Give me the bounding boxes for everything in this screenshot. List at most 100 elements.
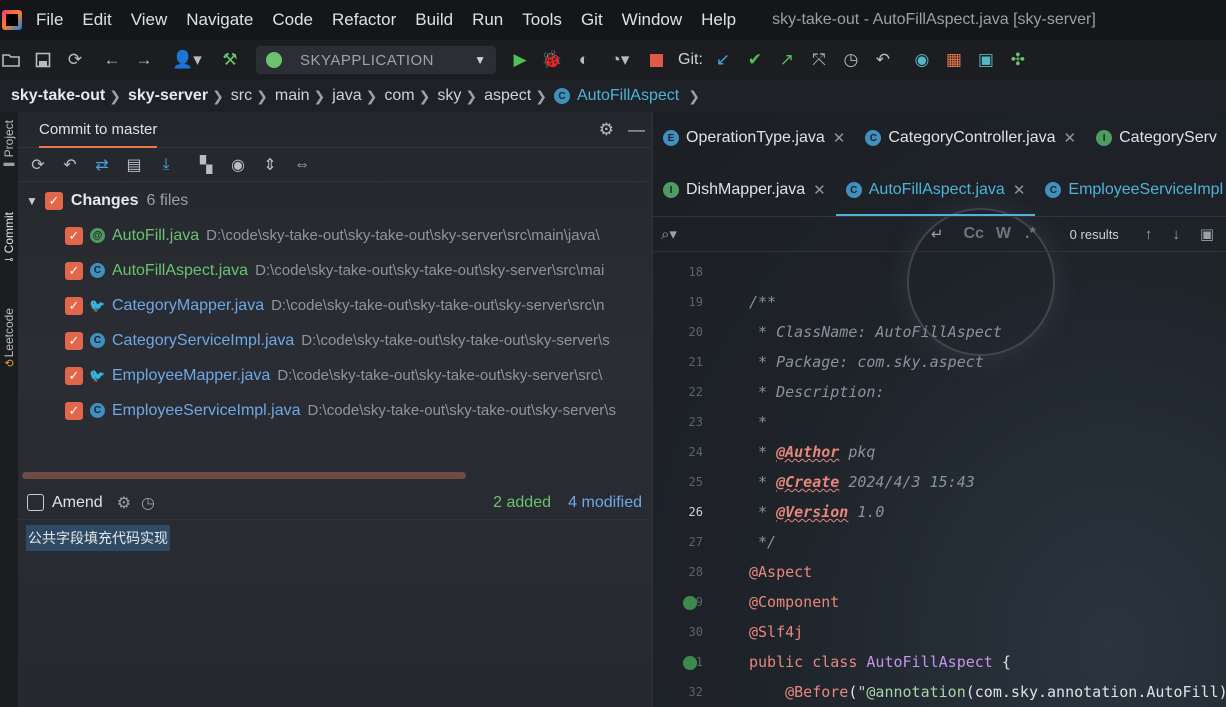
list-item[interactable]: ✓ C AutoFillAspect.java D:\code\sky-take…: [18, 253, 651, 288]
commit-message-input[interactable]: 公共字段填充代码实现: [26, 525, 170, 551]
regex-toggle[interactable]: .*: [1025, 225, 1036, 243]
editor-tab[interactable]: C CategoryController.java ✕: [855, 112, 1086, 164]
group-by-icon[interactable]: ▚: [195, 154, 217, 176]
menu-refactor[interactable]: Refactor: [332, 10, 396, 30]
coverage-icon[interactable]: ◐: [573, 49, 595, 71]
file-checkbox[interactable]: ✓: [65, 331, 83, 350]
expand-all-icon[interactable]: ⇕: [259, 154, 281, 176]
run-config-dropdown[interactable]: SKYAPPLICATION ▼: [256, 46, 496, 74]
breadcrumb-item[interactable]: java: [332, 87, 361, 105]
rollback-icon[interactable]: ↶: [59, 154, 81, 176]
git-update-icon[interactable]: ↙: [712, 49, 734, 71]
rollback-icon[interactable]: ↶: [872, 49, 894, 71]
git-merge-icon[interactable]: ⤧: [808, 49, 830, 71]
history-clock-icon[interactable]: ◷: [840, 49, 862, 71]
breadcrumb-item[interactable]: aspect: [484, 87, 531, 105]
list-item[interactable]: ✓ 🐦 EmployeeMapper.java D:\code\sky-take…: [18, 358, 651, 393]
menu-tools[interactable]: Tools: [522, 10, 562, 30]
tab-commit-to-master[interactable]: Commit to master: [39, 112, 158, 148]
gear-icon[interactable]: ⚙: [117, 493, 131, 513]
editor-tab[interactable]: C EmployeeServiceImpl: [1035, 164, 1226, 216]
editor-tab-active[interactable]: C AutoFillAspect.java ✕: [835, 164, 1036, 216]
list-item[interactable]: ✓ C CategoryServiceImpl.java D:\code\sky…: [18, 323, 651, 358]
changelist-icon[interactable]: ▤: [123, 154, 145, 176]
code-area[interactable]: /** * ClassName: AutoFillAspect * Packag…: [749, 252, 1226, 702]
plugin-search-icon[interactable]: ◉: [911, 49, 933, 71]
amend-label[interactable]: Amend: [52, 494, 103, 512]
menu-edit[interactable]: Edit: [82, 10, 111, 30]
close-icon[interactable]: ✕: [813, 181, 826, 199]
arrow-up-icon[interactable]: ↑: [1145, 226, 1153, 243]
breadcrumb-item[interactable]: sky-take-out: [11, 87, 105, 105]
run-icon[interactable]: ▶: [509, 49, 531, 71]
menu-file[interactable]: File: [36, 10, 63, 30]
git-push-icon[interactable]: ↗: [776, 49, 798, 71]
amend-checkbox[interactable]: [27, 494, 44, 511]
menu-run[interactable]: Run: [472, 10, 503, 30]
list-item[interactable]: ✓ 🐦 CategoryMapper.java D:\code\sky-take…: [18, 288, 651, 323]
save-all-icon[interactable]: [32, 49, 54, 71]
breadcrumb-item[interactable]: main: [275, 87, 310, 105]
close-icon[interactable]: ✕: [1013, 181, 1026, 199]
history-clock-icon[interactable]: ◷: [141, 493, 155, 513]
back-arrow-icon[interactable]: ←: [101, 49, 123, 71]
changes-group-row[interactable]: ▼ ✓ Changes 6 files: [18, 188, 188, 214]
menu-build[interactable]: Build: [415, 10, 453, 30]
breadcrumb-item[interactable]: com: [384, 87, 414, 105]
spring-bean-icon[interactable]: [683, 596, 697, 610]
file-checkbox[interactable]: ✓: [65, 261, 83, 280]
file-checkbox[interactable]: ✓: [65, 226, 83, 245]
filter-icon[interactable]: ▣: [1200, 225, 1214, 243]
list-item[interactable]: ✓ C EmployeeServiceImpl.java D:\code\sky…: [18, 393, 651, 428]
editor-tab[interactable]: I DishMapper.java ✕: [653, 164, 836, 216]
new-line-icon[interactable]: ↵: [931, 225, 944, 243]
breadcrumb-item[interactable]: sky-server: [128, 87, 208, 105]
minimize-icon[interactable]: —: [628, 120, 645, 140]
git-commit-check-icon[interactable]: ✔: [744, 49, 766, 71]
horizontal-scrollbar[interactable]: [22, 472, 466, 479]
menu-git[interactable]: Git: [581, 10, 603, 30]
spring-bean-icon[interactable]: [683, 656, 697, 670]
breadcrumb-current[interactable]: AutoFillAspect: [577, 87, 679, 105]
tool-tab-commit[interactable]: Commit ⊸: [0, 212, 18, 266]
build-hammer-icon[interactable]: ⚒: [219, 49, 241, 71]
chevron-down-icon[interactable]: ▼: [26, 194, 38, 208]
eye-icon[interactable]: ◉: [227, 154, 249, 176]
gear-icon[interactable]: ⚙: [599, 120, 614, 140]
layout-icon[interactable]: ▣: [975, 49, 997, 71]
search-icon[interactable]: ⌕▾: [661, 225, 677, 243]
words-toggle[interactable]: W: [996, 225, 1011, 243]
close-icon[interactable]: ✕: [833, 129, 846, 147]
editor-tab[interactable]: E OperationType.java ✕: [653, 112, 855, 164]
menu-view[interactable]: View: [131, 10, 168, 30]
intellij-logo-icon[interactable]: [2, 10, 22, 30]
menu-help[interactable]: Help: [701, 10, 736, 30]
file-checkbox[interactable]: ✓: [65, 401, 83, 420]
debug-bug-icon[interactable]: 🐞: [541, 49, 563, 71]
shelve-download-icon[interactable]: ⤓: [155, 154, 177, 176]
breadcrumb-item[interactable]: src: [231, 87, 252, 105]
profile-icon[interactable]: ◔▾: [605, 49, 635, 71]
forward-arrow-icon[interactable]: →: [133, 49, 155, 71]
menu-navigate[interactable]: Navigate: [186, 10, 253, 30]
open-folder-icon[interactable]: [0, 49, 22, 71]
color-palette-icon[interactable]: ▦: [943, 49, 965, 71]
user-dropdown-icon[interactable]: 👤▾: [170, 49, 204, 71]
tool-tab-leetcode[interactable]: Leetcode ⟲: [0, 308, 18, 370]
file-checkbox[interactable]: ✓: [65, 296, 83, 315]
arrow-down-icon[interactable]: ↓: [1172, 226, 1180, 243]
tool-tab-project[interactable]: Project ▬: [0, 120, 18, 169]
menu-code[interactable]: Code: [272, 10, 313, 30]
puzzle-plugin-icon[interactable]: ✣: [1007, 49, 1029, 71]
match-case-toggle[interactable]: Cc: [963, 225, 983, 243]
changes-checkbox[interactable]: ✓: [44, 192, 63, 210]
refresh-icon[interactable]: ⟳: [27, 154, 49, 176]
list-item[interactable]: ✓ @ AutoFill.java D:\code\sky-take-out\s…: [18, 218, 651, 253]
editor-tab[interactable]: I CategoryServ: [1086, 112, 1226, 164]
diff-icon[interactable]: ⇄: [91, 154, 113, 176]
file-checkbox[interactable]: ✓: [65, 366, 83, 385]
close-icon[interactable]: ✕: [1064, 129, 1077, 147]
stop-icon[interactable]: [645, 49, 667, 71]
collapse-all-icon[interactable]: ⇔: [291, 154, 313, 176]
sync-icon[interactable]: ⟳: [64, 49, 86, 71]
